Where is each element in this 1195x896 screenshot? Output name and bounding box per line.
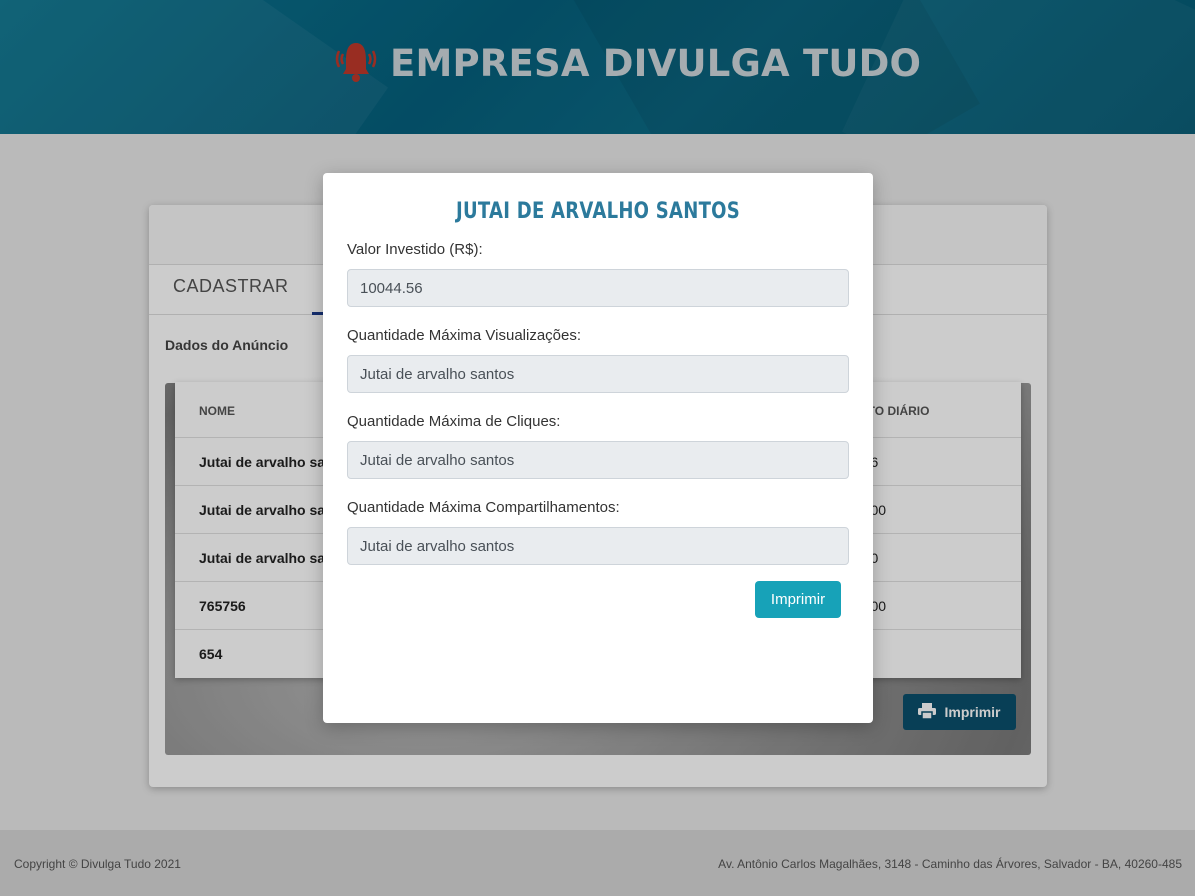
field-label-cliques: Quantidade Máxima de Cliques: xyxy=(347,413,561,430)
modal-print-button[interactable]: Imprimir xyxy=(755,581,841,618)
field-label-valor-investido: Valor Investido (R$): xyxy=(347,241,483,258)
cliques-field[interactable] xyxy=(347,441,849,479)
visualizacoes-field[interactable] xyxy=(347,355,849,393)
valor-investido-field[interactable] xyxy=(347,269,849,307)
field-label-compartilhamentos: Quantidade Máxima Compartilhamentos: xyxy=(347,499,620,516)
field-label-visualizacoes: Quantidade Máxima Visualizações: xyxy=(347,327,582,344)
details-modal: JUTAI DE ARVALHO SANTOS Valor Investido … xyxy=(323,173,873,723)
compartilhamentos-field[interactable] xyxy=(347,527,849,565)
modal-title: JUTAI DE ARVALHO SANTOS xyxy=(456,199,740,224)
